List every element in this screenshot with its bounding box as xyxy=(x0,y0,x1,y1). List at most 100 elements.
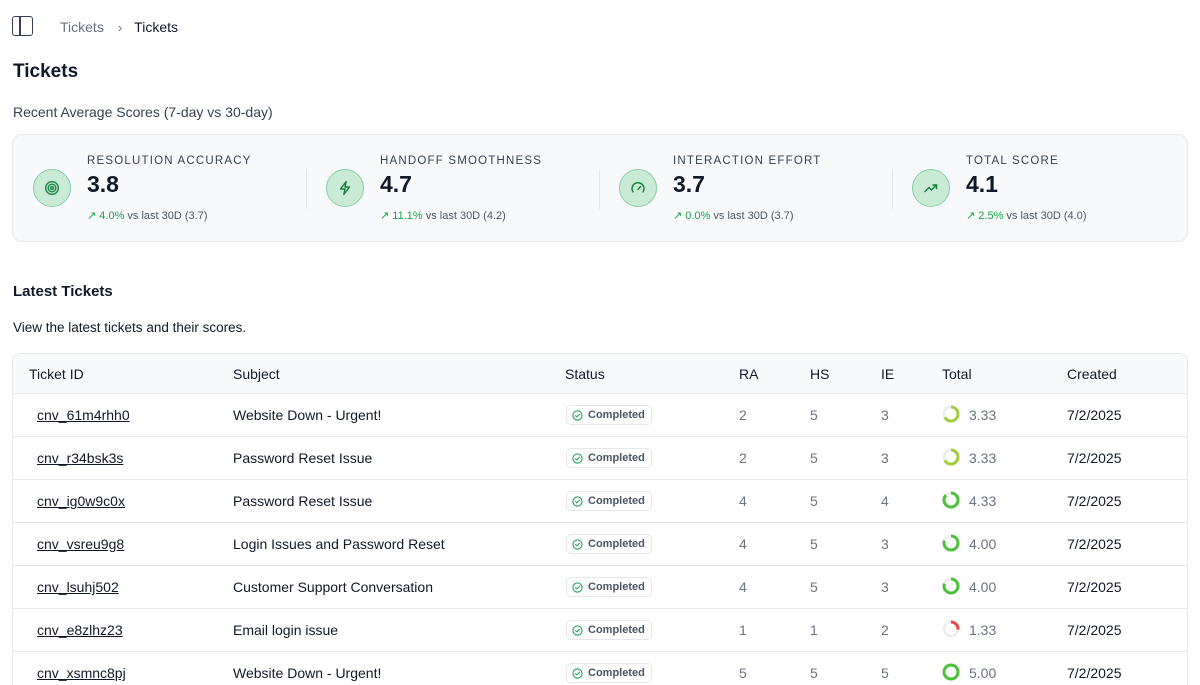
metric-delta-text: vs last 30D (3.7) xyxy=(127,210,208,222)
latest-tickets-subtitle: View the latest tickets and their scores… xyxy=(13,320,247,335)
ticket-subject: Password Reset Issue xyxy=(233,493,373,509)
ra-score: 5 xyxy=(739,665,747,681)
created-date: 7/2/2025 xyxy=(1067,493,1122,509)
metric-interaction-effort: INTERACTION EFFORT 3.7 ↗ 0.0% vs last 30… xyxy=(599,135,892,241)
ticket-subject: Email login issue xyxy=(233,622,339,638)
score-ring-icon xyxy=(942,534,960,552)
ra-score: 4 xyxy=(739,579,747,595)
ie-score: 4 xyxy=(881,493,889,509)
total-score: 3.33 xyxy=(969,407,997,423)
status-text: Completed xyxy=(588,452,645,464)
sidebar-toggle-icon[interactable] xyxy=(12,16,33,36)
top-bar: Tickets › Tickets xyxy=(0,0,1200,54)
check-circle-icon xyxy=(572,667,588,679)
check-circle-icon xyxy=(572,495,588,507)
score-ring-icon xyxy=(942,663,960,681)
hs-score: 1 xyxy=(810,622,818,638)
trend-up-arrow-icon: ↗ xyxy=(87,210,97,222)
tickets-table: Ticket ID Subject Status RA HS IE Total … xyxy=(12,353,1188,685)
status-text: Completed xyxy=(588,409,645,421)
score-ring-icon xyxy=(942,405,960,423)
table-row[interactable]: cnv_vsreu9g8 Login Issues and Password Re… xyxy=(13,523,1187,566)
ticket-id-link[interactable]: cnv_e8zlhz23 xyxy=(37,622,123,638)
ticket-subject: Customer Support Conversation xyxy=(233,579,433,595)
chevron-right-icon: › xyxy=(117,19,123,35)
score-ring-icon xyxy=(942,491,960,509)
check-circle-icon xyxy=(572,452,588,464)
created-date: 7/2/2025 xyxy=(1067,407,1122,423)
table-row[interactable]: cnv_lsuhj502 Customer Support Conversatio… xyxy=(13,566,1187,609)
created-date: 7/2/2025 xyxy=(1067,579,1122,595)
ra-score: 2 xyxy=(739,407,747,423)
check-circle-icon xyxy=(572,624,588,636)
metric-label: INTERACTION EFFORT xyxy=(673,155,822,167)
ticket-id-link[interactable]: cnv_lsuhj502 xyxy=(37,579,119,595)
trending-up-icon xyxy=(912,169,950,207)
ticket-id-link[interactable]: cnv_61m4rhh0 xyxy=(37,407,130,423)
created-date: 7/2/2025 xyxy=(1067,536,1122,552)
lightning-icon xyxy=(326,169,364,207)
total-score: 4.33 xyxy=(969,493,997,509)
metric-value: 3.8 xyxy=(87,171,119,197)
metric-value: 3.7 xyxy=(673,171,705,197)
status-badge: Completed xyxy=(566,405,652,425)
score-ring-icon xyxy=(942,620,960,638)
table-row[interactable]: cnv_ig0w9c0x Password Reset Issue Complete… xyxy=(13,480,1187,523)
table-row[interactable]: cnv_r34bsk3s Password Reset Issue Complete… xyxy=(13,437,1187,480)
column-header-created[interactable]: Created xyxy=(1067,366,1117,382)
metric-delta-text: vs last 30D (3.7) xyxy=(713,210,794,222)
hs-score: 5 xyxy=(810,407,818,423)
column-header-hs[interactable]: HS xyxy=(810,366,829,382)
status-badge: Completed xyxy=(566,448,652,468)
hs-score: 5 xyxy=(810,450,818,466)
trend-up-arrow-icon: ↗ xyxy=(673,210,683,222)
ie-score: 3 xyxy=(881,579,889,595)
score-ring-arc xyxy=(942,663,960,681)
metric-resolution-accuracy: RESOLUTION ACCURACY 3.8 ↗ 4.0% vs last 3… xyxy=(13,135,306,241)
gauge-icon xyxy=(619,169,657,207)
table-row[interactable]: cnv_61m4rhh0 Website Down - Urgent! Comple… xyxy=(13,394,1187,437)
check-circle-icon xyxy=(572,538,588,550)
column-header-ra[interactable]: RA xyxy=(739,366,758,382)
ticket-subject: Website Down - Urgent! xyxy=(233,665,382,681)
metric-handoff-smoothness: HANDOFF SMOOTHNESS 4.7 ↗ 11.1% vs last 3… xyxy=(306,135,599,241)
column-header-ie[interactable]: IE xyxy=(881,366,894,382)
status-badge: Completed xyxy=(566,663,652,683)
breadcrumb-current: Tickets xyxy=(134,19,178,35)
metric-delta-text: vs last 30D (4.0) xyxy=(1006,210,1087,222)
page-title: Tickets xyxy=(13,61,79,82)
ticket-id-link[interactable]: cnv_xsmnc8pj xyxy=(37,665,126,681)
status-badge: Completed xyxy=(566,491,652,511)
created-date: 7/2/2025 xyxy=(1067,622,1122,638)
status-badge: Completed xyxy=(566,534,652,554)
check-circle-icon xyxy=(572,409,588,421)
status-badge: Completed xyxy=(566,620,652,640)
metric-delta: ↗ 4.0% vs last 30D (3.7) xyxy=(87,209,208,222)
scores-card: RESOLUTION ACCURACY 3.8 ↗ 4.0% vs last 3… xyxy=(12,134,1188,242)
ie-score: 3 xyxy=(881,407,889,423)
breadcrumb-parent-link[interactable]: Tickets xyxy=(60,19,104,35)
column-header-status[interactable]: Status xyxy=(565,366,605,382)
check-circle-icon xyxy=(572,581,588,593)
column-header-total[interactable]: Total xyxy=(942,366,972,382)
hs-score: 5 xyxy=(810,579,818,595)
ticket-id-link[interactable]: cnv_r34bsk3s xyxy=(37,450,123,466)
metric-delta-percent: 11.1% xyxy=(392,210,423,222)
target-icon xyxy=(33,169,71,207)
column-header-ticket-id[interactable]: Ticket ID xyxy=(29,366,84,382)
table-row[interactable]: cnv_e8zlhz23 Email login issue Completed 1 1… xyxy=(13,609,1187,652)
ra-score: 2 xyxy=(739,450,747,466)
ticket-id-link[interactable]: cnv_ig0w9c0x xyxy=(37,493,125,509)
ra-score: 1 xyxy=(739,622,747,638)
ie-score: 2 xyxy=(881,622,889,638)
table-row[interactable]: cnv_xsmnc8pj Website Down - Urgent! Comple… xyxy=(13,652,1187,685)
ra-score: 4 xyxy=(739,536,747,552)
status-text: Completed xyxy=(588,581,645,593)
ticket-id-link[interactable]: cnv_vsreu9g8 xyxy=(37,536,124,552)
metric-label: TOTAL SCORE xyxy=(966,155,1059,167)
column-header-subject[interactable]: Subject xyxy=(233,366,280,382)
trend-up-arrow-icon: ↗ xyxy=(380,210,390,222)
score-ring-icon xyxy=(942,448,960,466)
metric-delta: ↗ 11.1% vs last 30D (4.2) xyxy=(380,209,506,222)
metric-delta-percent: 0.0% xyxy=(685,210,711,222)
